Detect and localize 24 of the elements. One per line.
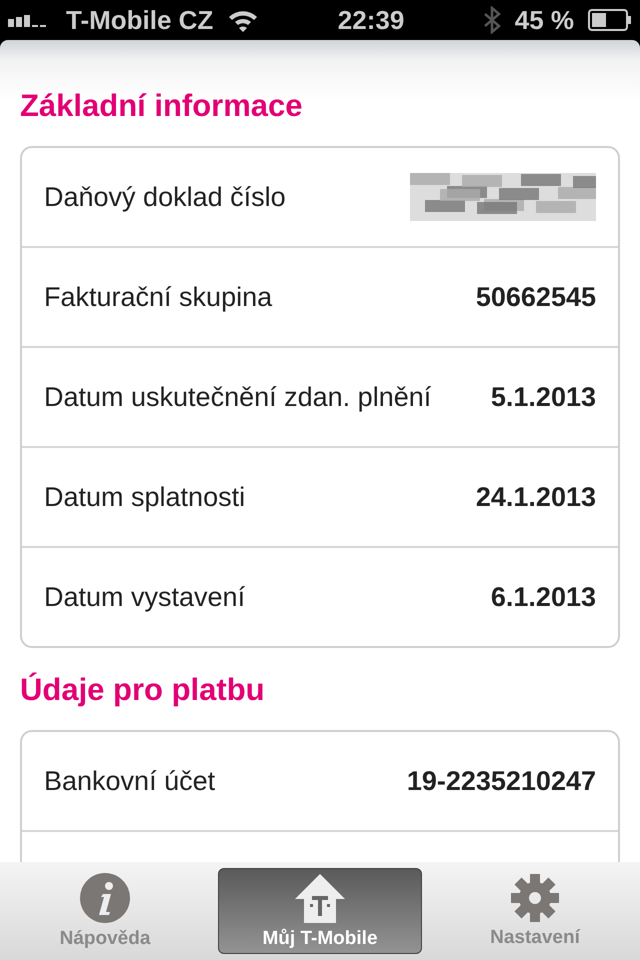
row-label: Datum vystavení [44,582,246,612]
row-label: Datum uskutečnění zdan. plnění [44,382,432,412]
row-label: Daňový doklad číslo [44,182,286,212]
battery-icon [588,9,632,31]
tab[interactable]: Nápověda [0,868,210,954]
row-label: Fakturační skupina [44,282,272,312]
row-value: 24.1.2013 [476,482,596,512]
clock-time: 22:39 [338,4,404,36]
tab[interactable]: Můj T-Mobile [218,868,422,954]
row-value: 6.1.2013 [490,582,596,612]
row-value: 50662545 [476,282,596,312]
tab[interactable]: Nastavení [430,868,640,954]
row-value: 19-2235210247 [406,766,596,796]
carrier-name: T-Mobile CZ [66,4,214,36]
battery-percent: 45 % [514,4,574,36]
row-label: Bankovní účet [44,766,216,796]
section-heading: Údaje pro platbu [20,671,266,709]
row-label: Datum splatnosti [44,482,246,512]
row-value: 5.1.2013 [490,382,596,412]
settings-icon [510,873,560,923]
house-icon [294,872,346,924]
info-icon [79,872,131,924]
section-heading: Základní informace [20,87,304,125]
bluetooth-icon [482,6,501,34]
